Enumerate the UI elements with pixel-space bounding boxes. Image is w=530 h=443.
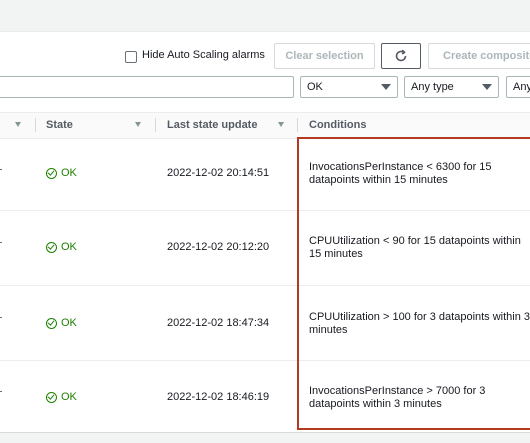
status-ok: OK (46, 167, 77, 179)
more-filter-value: Any (513, 81, 530, 93)
check-circle-icon (46, 317, 57, 329)
type-filter-value: Any type (411, 81, 454, 93)
column-header-state[interactable]: State (46, 119, 73, 131)
state-label: OK (61, 391, 77, 403)
state-filter-value: OK (307, 81, 323, 93)
table-row[interactable]: OK 2022-12-02 18:47:34 CPUUtilization > … (0, 285, 530, 361)
search-input[interactable] (0, 76, 294, 98)
conditions: CPUUtilization < 90 for 15 datapoints wi… (309, 235, 521, 260)
table-row[interactable]: OK 2022-12-02 20:14:51 InvocationsPerIns… (0, 137, 530, 211)
column-header-last-update[interactable]: Last state update (167, 119, 257, 131)
last-update: 2022-12-02 20:14:51 (167, 167, 270, 179)
type-filter-select[interactable]: Any type (404, 76, 499, 98)
check-circle-icon (46, 167, 57, 179)
conditions: InvocationsPerInstance > 7000 for 3 data… (309, 385, 486, 410)
table-row[interactable]: OK 2022-12-02 18:46:19 InvocationsPerIns… (0, 360, 530, 433)
status-ok: OK (46, 241, 77, 253)
refresh-icon (395, 49, 407, 62)
truncated-cell (0, 391, 2, 392)
state-filter-select[interactable]: OK (300, 76, 398, 98)
table-header: State Last state update Conditions (0, 112, 530, 139)
conditions: InvocationsPerInstance < 6300 for 15 dat… (309, 161, 492, 186)
state-label: OK (61, 241, 77, 253)
clear-selection-button[interactable]: Clear selection (274, 43, 375, 69)
truncated-cell (0, 317, 2, 318)
bottom-strip (0, 432, 530, 443)
state-label: OK (61, 317, 77, 329)
refresh-button[interactable] (381, 43, 421, 69)
sort-icon[interactable] (135, 122, 141, 127)
more-filter-select[interactable]: Any (506, 76, 530, 98)
state-label: OK (61, 167, 77, 179)
sort-icon[interactable] (15, 122, 21, 127)
status-ok: OK (46, 317, 77, 329)
sort-icon[interactable] (278, 122, 284, 127)
column-divider (35, 118, 36, 132)
last-update: 2022-12-02 18:46:19 (167, 391, 270, 403)
hide-autoscaling-label: Hide Auto Scaling alarms (142, 49, 265, 61)
caret-down-icon (381, 84, 391, 90)
divider (0, 31, 530, 32)
table-row[interactable]: OK 2022-12-02 20:12:20 CPUUtilization < … (0, 210, 530, 286)
top-band (0, 0, 530, 32)
column-divider (297, 118, 298, 132)
conditions: CPUUtilization > 100 for 3 datapoints wi… (309, 311, 530, 336)
check-circle-icon (46, 241, 57, 253)
truncated-cell (0, 242, 2, 243)
last-update: 2022-12-02 20:12:20 (167, 241, 270, 253)
column-header-conditions[interactable]: Conditions (309, 119, 366, 131)
last-update: 2022-12-02 18:47:34 (167, 317, 270, 329)
truncated-cell (0, 169, 2, 170)
check-circle-icon (46, 391, 57, 403)
hide-autoscaling-checkbox[interactable] (125, 51, 137, 63)
status-ok: OK (46, 391, 77, 403)
column-divider (155, 118, 156, 132)
create-composite-button[interactable]: Create composite (428, 43, 530, 69)
caret-down-icon (482, 84, 492, 90)
